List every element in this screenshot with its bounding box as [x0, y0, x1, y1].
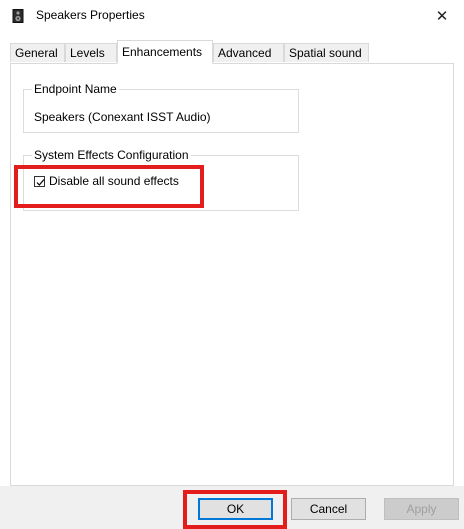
- tab-spatial-sound[interactable]: Spatial sound: [284, 43, 369, 62]
- endpoint-name-group: Endpoint Name Speakers (Conexant ISST Au…: [23, 82, 299, 133]
- endpoint-name-value: Speakers (Conexant ISST Audio): [34, 110, 211, 124]
- checkmark-icon: [36, 178, 45, 186]
- disable-sound-effects-option[interactable]: Disable all sound effects: [34, 174, 179, 188]
- dialog-footer: OK Cancel Apply: [0, 486, 464, 529]
- tab-general[interactable]: General: [10, 43, 65, 62]
- system-effects-group: System Effects Configuration Disable all…: [23, 148, 299, 211]
- close-button[interactable]: ✕: [420, 0, 464, 32]
- endpoint-name-legend: Endpoint Name: [32, 82, 119, 96]
- ok-button[interactable]: OK: [198, 498, 273, 520]
- window-title: Speakers Properties: [36, 8, 145, 22]
- apply-button[interactable]: Apply: [384, 498, 459, 520]
- tab-levels[interactable]: Levels: [65, 43, 117, 62]
- disable-sound-effects-label: Disable all sound effects: [49, 174, 179, 188]
- cancel-button[interactable]: Cancel: [291, 498, 366, 520]
- speaker-icon: [12, 9, 24, 23]
- tab-strip: General Levels Enhancements Advanced Spa…: [10, 40, 454, 64]
- tab-advanced[interactable]: Advanced: [213, 43, 284, 62]
- disable-sound-effects-checkbox[interactable]: [34, 175, 45, 187]
- title-bar: Speakers Properties ✕: [0, 0, 464, 32]
- tab-enhancements[interactable]: Enhancements: [117, 40, 213, 64]
- close-icon: ✕: [435, 8, 449, 25]
- enhancements-panel: Endpoint Name Speakers (Conexant ISST Au…: [10, 63, 454, 486]
- system-effects-legend: System Effects Configuration: [32, 148, 191, 162]
